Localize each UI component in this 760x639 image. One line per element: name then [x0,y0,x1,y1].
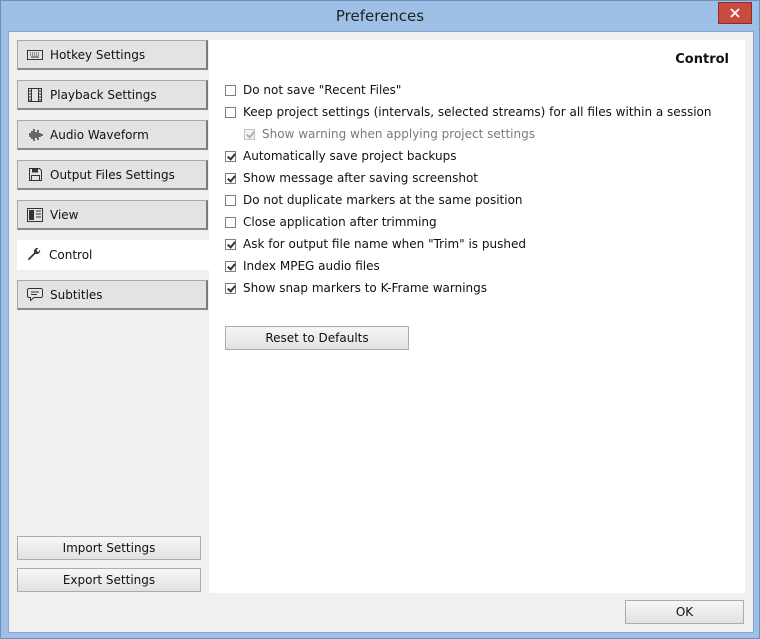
option-snap-markers-kframe[interactable]: Show snap markers to K-Frame warnings [225,280,487,296]
ok-button[interactable]: OK [625,600,744,624]
film-icon [26,86,44,104]
sidebar-item-output-files-settings[interactable]: Output Files Settings [17,160,208,190]
panel-title: Control [675,52,729,67]
option-close-after-trimming[interactable]: Close application after trimming [225,214,437,230]
sidebar-item-hotkey-settings[interactable]: Hotkey Settings [17,40,208,70]
checkbox [244,128,255,140]
sidebar-item-label: Playback Settings [50,87,157,102]
option-ask-output-file-name[interactable]: Ask for output file name when "Trim" is … [225,236,526,252]
sidebar-item-view[interactable]: View [17,200,208,230]
window-title: Preferences [335,7,425,25]
option-label: Show warning when applying project setti… [262,127,535,141]
option-label: Close application after trimming [243,215,437,229]
checkbox[interactable] [225,194,236,206]
option-label: Keep project settings (intervals, select… [243,105,712,119]
wrench-icon [25,246,43,264]
close-button[interactable] [718,2,752,24]
sidebar-item-control[interactable]: Control [17,240,210,270]
checkbox[interactable] [225,172,236,184]
sidebar-item-label: Output Files Settings [50,167,175,182]
settings-sidebar: Hotkey Settings Playback Settings Audio … [9,32,210,594]
checkbox[interactable] [225,84,236,96]
option-label: Show snap markers to K-Frame warnings [243,281,488,295]
option-label: Do not duplicate markers at the same pos… [243,193,523,207]
floppy-disk-icon [26,166,44,184]
checkbox[interactable] [225,150,236,162]
waveform-icon [26,126,44,144]
dialog-body: Hotkey Settings Playback Settings Audio … [8,31,754,633]
checkbox[interactable] [225,260,236,272]
option-auto-save-backups[interactable]: Automatically save project backups [225,148,456,164]
checkbox[interactable] [225,106,236,118]
sidebar-item-label: Audio Waveform [50,127,149,142]
export-settings-button[interactable]: Export Settings [17,568,201,592]
option-label: Do not save "Recent Files" [243,83,402,97]
option-do-not-save-recent-files[interactable]: Do not save "Recent Files" [225,82,401,98]
option-label: Show message after saving screenshot [243,171,479,185]
control-settings-panel: Control Do not save "Recent Files" Keep … [209,40,745,593]
keyboard-icon [26,46,44,64]
checkbox[interactable] [225,238,236,250]
sidebar-item-subtitles[interactable]: Subtitles [17,280,208,310]
sidebar-item-label: Subtitles [50,287,103,302]
option-show-warning-project-settings: Show warning when applying project setti… [244,126,535,142]
preferences-window: Preferences Hotkey Settings Playback Set… [0,0,760,639]
reset-to-defaults-button[interactable]: Reset to Defaults [225,326,409,350]
close-icon [730,8,740,18]
option-label: Automatically save project backups [243,149,457,163]
sidebar-item-audio-waveform[interactable]: Audio Waveform [17,120,208,150]
checkbox[interactable] [225,216,236,228]
sidebar-item-label: Control [49,248,93,262]
sidebar-item-label: View [50,207,79,222]
checkbox[interactable] [225,282,236,294]
import-settings-button[interactable]: Import Settings [17,536,201,560]
sidebar-item-label: Hotkey Settings [50,47,146,62]
option-keep-project-settings[interactable]: Keep project settings (intervals, select… [225,104,711,120]
sidebar-item-playback-settings[interactable]: Playback Settings [17,80,208,110]
option-show-message-screenshot[interactable]: Show message after saving screenshot [225,170,478,186]
view-icon [26,206,44,224]
speech-bubble-icon [26,286,44,304]
option-label: Ask for output file name when "Trim" is … [243,237,526,251]
title-bar[interactable]: Preferences [1,1,759,31]
option-index-mpeg-audio[interactable]: Index MPEG audio files [225,258,380,274]
option-label: Index MPEG audio files [243,259,380,273]
option-no-duplicate-markers[interactable]: Do not duplicate markers at the same pos… [225,192,523,208]
